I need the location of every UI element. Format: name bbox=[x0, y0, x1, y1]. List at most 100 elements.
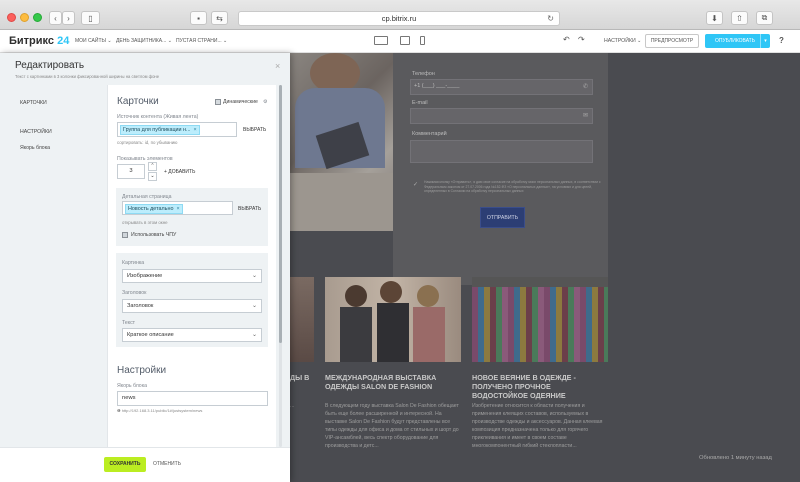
sidebar-item-cards[interactable]: КАРТОЧКИ bbox=[20, 100, 47, 106]
desktop-view-icon[interactable] bbox=[374, 36, 388, 45]
heading-label: Заголовок bbox=[122, 290, 147, 296]
tablet-view-icon[interactable] bbox=[400, 36, 410, 45]
card-image-3 bbox=[472, 277, 608, 362]
picture-select[interactable]: Изображение ⌄ bbox=[122, 269, 262, 283]
nav-label: ПУСТАЯ СТРАНИ... bbox=[176, 38, 222, 44]
consent-checkbox[interactable]: ✓ bbox=[413, 181, 418, 188]
nav-my-sites[interactable]: МОИ САЙТЫ ⌄ bbox=[75, 38, 112, 44]
panel-scrollbar[interactable] bbox=[279, 85, 282, 447]
help-button[interactable]: ? bbox=[779, 36, 784, 45]
phone-field[interactable]: +1 (___) ___-____ ✆ bbox=[410, 79, 593, 95]
settings-menu[interactable]: НАСТРОЙКИ ⌄ bbox=[604, 38, 642, 44]
email-field[interactable]: ✉ bbox=[410, 108, 593, 124]
office-photo bbox=[290, 53, 393, 231]
nav-label: МОИ САЙТЫ bbox=[75, 38, 106, 44]
forward-button[interactable]: › bbox=[62, 11, 75, 25]
remove-tag-icon[interactable]: × bbox=[176, 206, 179, 212]
nav-label: ДЕНЬ ЗАЩИТНИКА... bbox=[116, 38, 167, 44]
dynamic-checkbox[interactable] bbox=[215, 99, 221, 105]
settings-section-title: Настройки bbox=[117, 365, 167, 376]
decrement-icon[interactable]: ⌄ bbox=[148, 172, 157, 181]
publish-button[interactable]: ОПУБЛИКОВАТЬ ▾ bbox=[705, 34, 770, 48]
tabs-button[interactable]: ⧉ bbox=[756, 11, 773, 25]
share-button[interactable]: ⇧ bbox=[731, 11, 748, 25]
chevron-down-icon: ⌄ bbox=[637, 38, 642, 44]
cpu-label: Использовать ЧПУ bbox=[131, 232, 177, 238]
fields-group: Картинка Изображение ⌄ Заголовок Заголов… bbox=[116, 253, 268, 347]
chevron-down-icon[interactable]: ▾ bbox=[760, 34, 770, 48]
panel-footer: СОХРАНИТЬ ОТМЕНИТЬ bbox=[0, 447, 290, 482]
address-bar[interactable]: cp.bitrix.ru ↻ bbox=[238, 11, 560, 26]
sort-note[interactable]: сортировать: id, по убыванию bbox=[117, 140, 177, 145]
source-tag: Группа для публикации н... × bbox=[120, 125, 200, 135]
redo-icon[interactable]: ↷ bbox=[578, 35, 585, 44]
minimize-window-button[interactable] bbox=[20, 13, 29, 22]
chevron-down-icon: ⌄ bbox=[251, 273, 257, 279]
scrollbar-thumb[interactable] bbox=[279, 85, 282, 343]
bitrix-topbar: Битрикс 24 МОИ САЙТЫ ⌄ ДЕНЬ ЗАЩИТНИКА...… bbox=[0, 30, 800, 53]
extension-icon: ▪ bbox=[197, 13, 200, 23]
back-button[interactable]: ‹ bbox=[49, 11, 62, 25]
close-icon[interactable]: × bbox=[275, 61, 280, 71]
card-title-2: МЕЖДУНАРОДНАЯ ВЫСТАВКА ОДЕЖДЫ SALON DE F… bbox=[325, 373, 437, 391]
open-window-note[interactable]: открывать в этом окне bbox=[122, 220, 168, 225]
comment-field[interactable] bbox=[410, 140, 593, 163]
help-icon[interactable]: ⚙ bbox=[263, 99, 268, 105]
detail-label: Детальная страница bbox=[122, 194, 172, 200]
info-icon: ❶ bbox=[117, 408, 121, 413]
card-image-2 bbox=[325, 277, 461, 362]
edit-panel: Редактировать Текст с картинками в 3 кол… bbox=[0, 53, 290, 482]
sidebar-item-anchor[interactable]: Якорь блока bbox=[20, 145, 50, 151]
bitrix-logo[interactable]: Битрикс 24 bbox=[9, 35, 69, 47]
card-text-1: ... bbox=[290, 403, 295, 409]
chevron-down-icon: ⌄ bbox=[167, 38, 172, 44]
cpu-checkbox[interactable] bbox=[122, 232, 128, 238]
close-window-button[interactable] bbox=[7, 13, 16, 22]
downloads-button[interactable]: ⬇ bbox=[706, 11, 723, 25]
phone-value: +1 (___) ___-____ bbox=[414, 83, 460, 89]
heading-select[interactable]: Заголовок ⌄ bbox=[122, 299, 262, 313]
chevron-down-icon: ⌄ bbox=[251, 303, 257, 309]
reader-button[interactable]: ⇆ bbox=[211, 11, 228, 25]
share-icon: ⇧ bbox=[736, 13, 743, 23]
source-field[interactable]: Группа для публикации н... × bbox=[117, 122, 237, 137]
panel-sidenav: КАРТОЧКИ НАСТРОЙКИ Якорь блока bbox=[0, 85, 103, 447]
text-select[interactable]: Краткое описание ⌄ bbox=[122, 328, 262, 342]
logo-text: Битрикс bbox=[9, 35, 55, 47]
save-button[interactable]: СОХРАНИТЬ bbox=[104, 457, 146, 472]
anchor-input[interactable]: news bbox=[117, 391, 268, 406]
nav-page[interactable]: ПУСТАЯ СТРАНИ... ⌄ bbox=[176, 38, 227, 44]
chevron-down-icon: ⌄ bbox=[251, 332, 257, 338]
updated-status: Обновлено 1 минуту назад bbox=[699, 455, 772, 461]
text-value: Краткое описание bbox=[127, 332, 174, 338]
mobile-view-icon[interactable] bbox=[420, 36, 425, 45]
settings-label: НАСТРОЙКИ bbox=[604, 38, 636, 44]
detail-field[interactable]: Новость детально × bbox=[122, 201, 233, 215]
undo-icon[interactable]: ↶ bbox=[563, 35, 570, 44]
detail-select-button[interactable]: ВЫБРАТЬ bbox=[238, 206, 261, 212]
source-select-button[interactable]: ВЫБРАТЬ bbox=[243, 127, 266, 133]
source-label: Источник контента (Живая лента) bbox=[117, 114, 199, 120]
preview-button[interactable]: ПРЕДПРОСМОТР bbox=[645, 34, 699, 48]
detail-tag: Новость детально × bbox=[125, 203, 183, 214]
nav-site[interactable]: ДЕНЬ ЗАЩИТНИКА... ⌄ bbox=[116, 38, 172, 44]
sidebar-item-settings[interactable]: НАСТРОЙКИ bbox=[20, 129, 52, 135]
increment-icon[interactable]: ⌃ bbox=[148, 162, 157, 171]
submit-button[interactable]: ОТПРАВИТЬ bbox=[480, 207, 525, 228]
show-count-label: Показывать элементов bbox=[117, 156, 173, 162]
show-count-input[interactable]: 3 bbox=[117, 164, 145, 179]
contact-form: Телефон +1 (___) ___-____ ✆ E-mail ✉ Ком… bbox=[393, 53, 608, 285]
heading-value: Заголовок bbox=[127, 303, 154, 309]
add-button[interactable]: + ДОБАВИТЬ bbox=[164, 169, 195, 175]
reload-icon[interactable]: ↻ bbox=[547, 12, 554, 25]
remove-tag-icon[interactable]: × bbox=[194, 127, 197, 133]
extension-button[interactable]: ▪ bbox=[190, 11, 207, 25]
cancel-button[interactable]: ОТМЕНИТЬ bbox=[153, 461, 181, 467]
anchor-label: Якорь блока bbox=[117, 383, 147, 389]
picture-label: Картинка bbox=[122, 260, 145, 266]
comment-label: Комментарий bbox=[412, 131, 447, 137]
url-text: cp.bitrix.ru bbox=[381, 14, 417, 23]
picture-value: Изображение bbox=[127, 273, 163, 279]
sidebar-toggle-button[interactable]: ▯ bbox=[81, 11, 100, 25]
zoom-window-button[interactable] bbox=[33, 13, 42, 22]
